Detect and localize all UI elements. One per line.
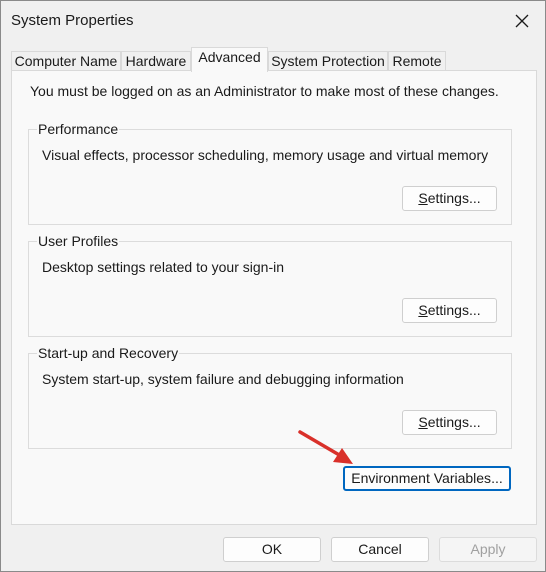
performance-description: Visual effects, processor scheduling, me… bbox=[42, 147, 489, 163]
environment-variables-button[interactable]: Environment Variables... bbox=[343, 466, 511, 491]
admin-notice: You must be logged on as an Administrato… bbox=[30, 83, 499, 99]
close-icon bbox=[515, 14, 529, 28]
tab-computer-name[interactable]: Computer Name bbox=[11, 51, 121, 71]
tab-advanced[interactable]: Advanced bbox=[191, 47, 268, 72]
performance-settings-button[interactable]: Settings... bbox=[402, 186, 497, 211]
ok-button[interactable]: OK bbox=[223, 537, 321, 562]
window-title: System Properties bbox=[11, 12, 134, 29]
startup-recovery-description: System start-up, system failure and debu… bbox=[42, 371, 404, 387]
performance-group: Performance Visual effects, processor sc… bbox=[28, 121, 512, 225]
cancel-button[interactable]: Cancel bbox=[331, 537, 429, 562]
user-profiles-group-title: User Profiles bbox=[37, 233, 120, 249]
tab-hardware[interactable]: Hardware bbox=[121, 51, 191, 71]
user-profiles-settings-button[interactable]: Settings... bbox=[402, 298, 497, 323]
system-properties-window: System Properties Computer Name Hardware… bbox=[0, 0, 546, 572]
startup-recovery-group-title: Start-up and Recovery bbox=[37, 345, 180, 361]
tab-remote[interactable]: Remote bbox=[388, 51, 446, 71]
user-profiles-description: Desktop settings related to your sign-in bbox=[42, 259, 285, 275]
user-profiles-group: User Profiles Desktop settings related t… bbox=[28, 233, 512, 337]
startup-recovery-settings-button[interactable]: Settings... bbox=[402, 410, 497, 435]
advanced-tab-panel: You must be logged on as an Administrato… bbox=[11, 70, 537, 525]
title-bar[interactable]: System Properties bbox=[1, 1, 545, 41]
apply-button[interactable]: Apply bbox=[439, 537, 537, 562]
tab-system-protection[interactable]: System Protection bbox=[268, 51, 388, 71]
red-arrow-annotation-icon bbox=[298, 430, 353, 464]
close-button[interactable] bbox=[499, 1, 545, 41]
startup-recovery-group: Start-up and Recovery System start-up, s… bbox=[28, 345, 512, 449]
performance-group-title: Performance bbox=[37, 121, 120, 137]
